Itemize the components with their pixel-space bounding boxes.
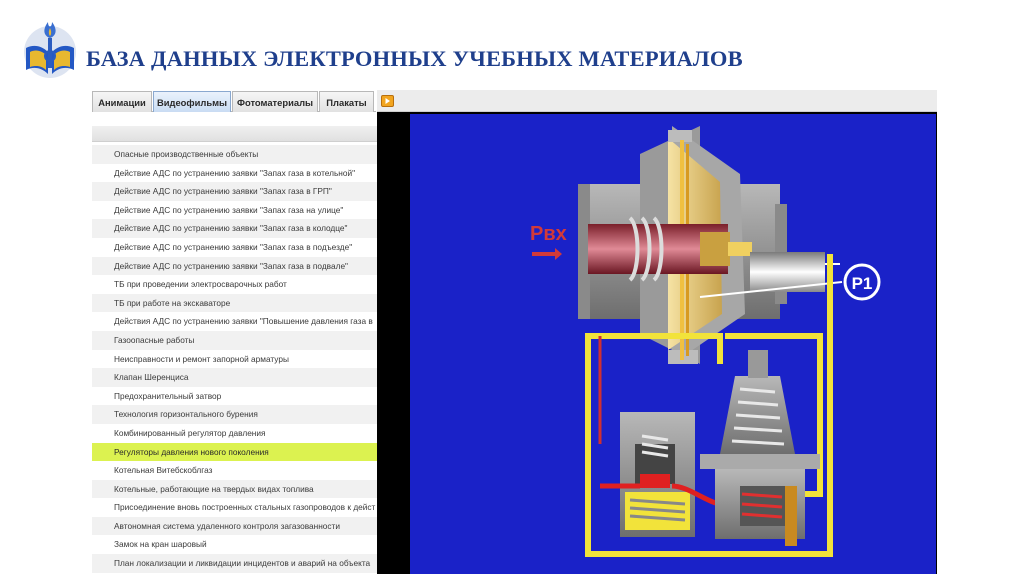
outlet-pipe xyxy=(750,252,825,292)
list-item[interactable]: Действие АДС по устранению заявки "Запах… xyxy=(92,219,378,238)
list-item[interactable]: Присоединение вновь построенных стальных… xyxy=(92,498,378,517)
page-title: БАЗА ДАННЫХ ЭЛЕКТРОННЫХ УЧЕБНЫХ МАТЕРИАЛ… xyxy=(86,46,743,71)
list-item[interactable]: Действие АДС по устранению заявки "Запах… xyxy=(92,182,378,201)
list-item[interactable]: Предохранительный затвор xyxy=(92,386,378,406)
tab-videos[interactable]: Видеофильмы xyxy=(153,91,231,112)
list-header xyxy=(92,126,378,142)
list-item[interactable]: Котельные, работающие на твердых видах т… xyxy=(92,479,378,499)
list-item[interactable]: План локализации и ликвидации инцидентов… xyxy=(92,554,378,573)
list-item[interactable]: Замок на кран шаровый xyxy=(92,535,378,555)
list-item[interactable]: Автономная система удаленного контроля з… xyxy=(92,516,378,536)
list-item[interactable]: Действие АДС по устранению заявки "Запах… xyxy=(92,256,378,276)
list-item[interactable]: Технология горизонтального бурения xyxy=(92,405,378,424)
logo-icon xyxy=(24,22,76,78)
list-item[interactable]: ТБ при работе на экскаваторе xyxy=(92,293,378,313)
tab-photos[interactable]: Фотоматериалы xyxy=(232,91,318,112)
list-item[interactable]: ТБ при проведении электросварочных работ xyxy=(92,275,378,294)
list-item[interactable]: Действие АДС по устранению заявки "Запах… xyxy=(92,163,378,183)
list-item[interactable]: Действие АДС по устранению заявки "Запах… xyxy=(92,237,378,257)
list-rows: Опасные производственные объекты Действие… xyxy=(92,145,378,573)
tab-bar: Анимации Видеофильмы Фотоматериалы Плака… xyxy=(92,90,376,112)
p1-label: Р1 xyxy=(852,274,873,293)
inlet-label: Рвх xyxy=(530,223,567,245)
list-item[interactable]: Действия АДС по устранению заявки "Повыш… xyxy=(92,312,378,331)
video-frame[interactable]: Рвх Р1 xyxy=(410,114,936,574)
list-item[interactable]: Действие АДС по устранению заявки "Запах… xyxy=(92,200,378,220)
tab-animations[interactable]: Анимации xyxy=(92,91,152,112)
tab-posters[interactable]: Плакаты xyxy=(319,91,374,112)
list-item[interactable]: Котельная Витебскоблгаз xyxy=(92,461,378,480)
list-item[interactable]: Клапан Шеренциса xyxy=(92,368,378,387)
list-item[interactable]: Газоопасные работы xyxy=(92,330,378,350)
list-item[interactable]: Опасные производственные объекты xyxy=(92,145,378,164)
list-item[interactable]: Неисправности и ремонт запорной арматуры xyxy=(92,349,378,369)
play-icon[interactable] xyxy=(381,95,394,107)
list-item[interactable]: Комбинированный регулятор давления xyxy=(92,423,378,443)
video-list: Опасные производственные объекты Действие… xyxy=(92,112,378,574)
player-toolbar xyxy=(377,90,937,112)
list-item[interactable]: Регуляторы давления нового поколения xyxy=(92,442,378,462)
